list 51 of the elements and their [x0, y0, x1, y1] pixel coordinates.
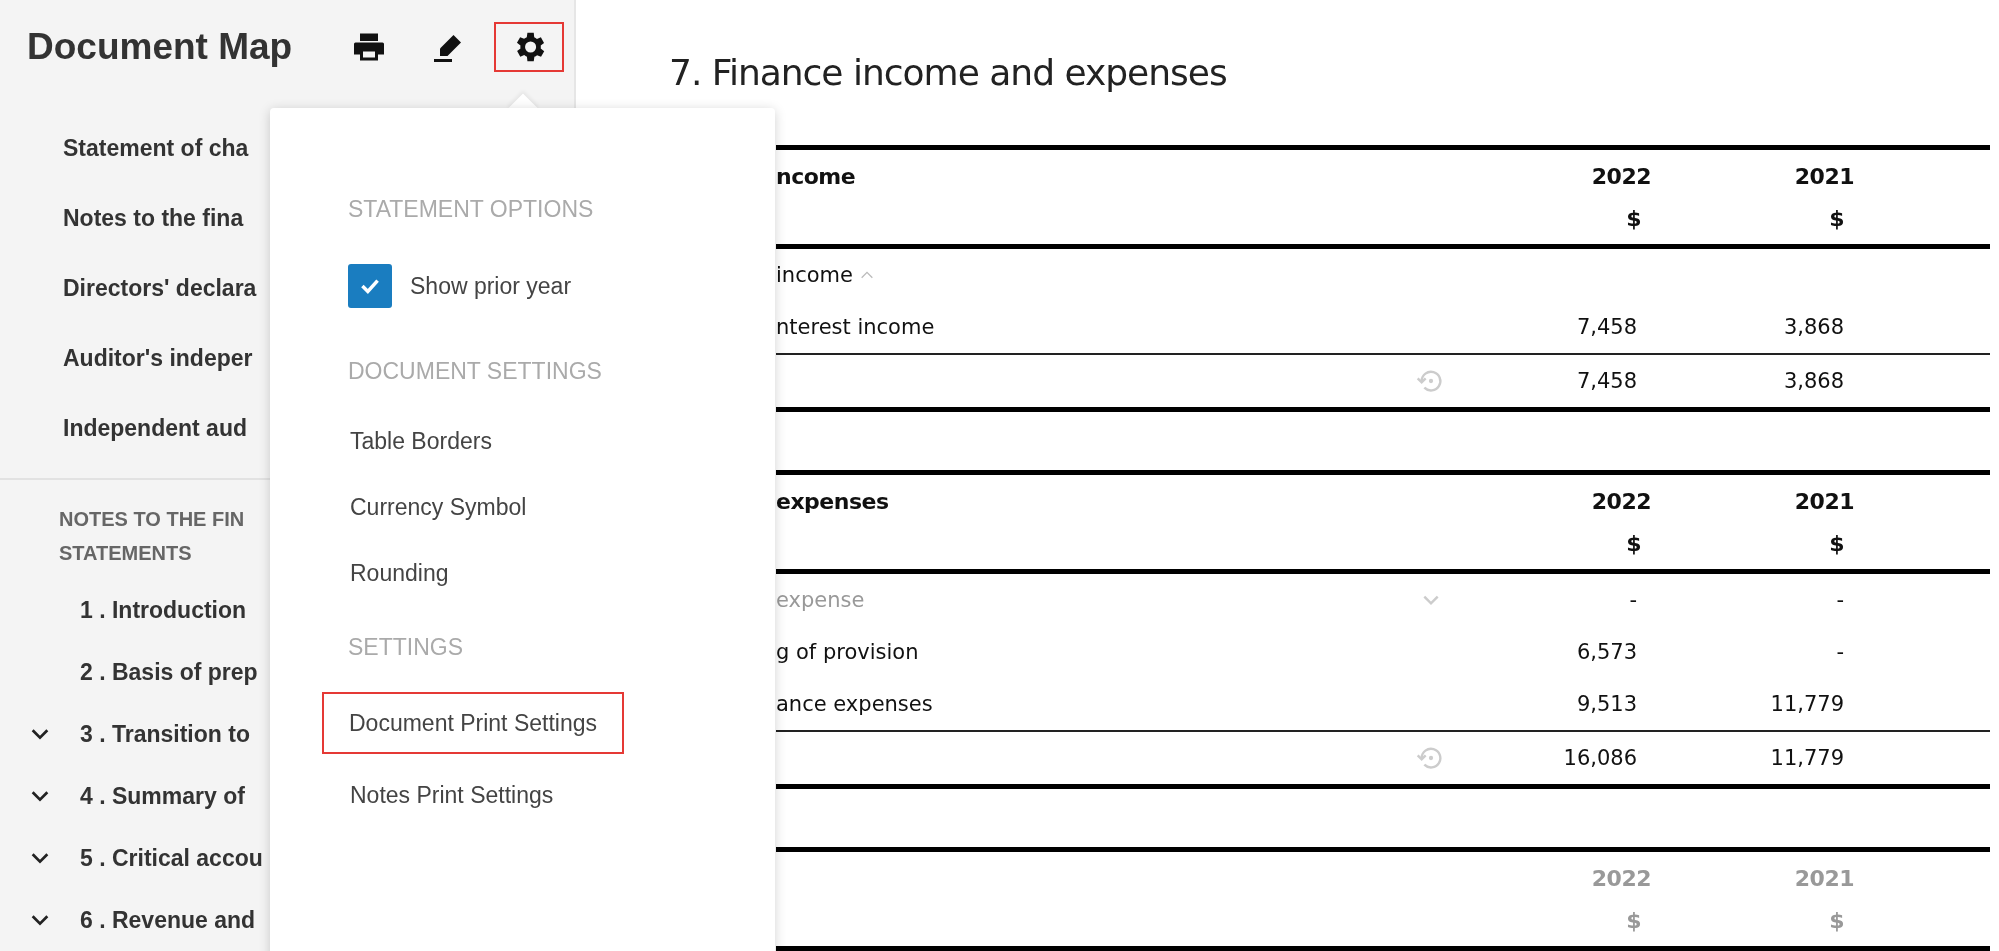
section-heading: NOTES TO THE FIN STATEMENTS [59, 506, 245, 566]
row-label: expense [776, 587, 866, 614]
value-cell-text: 7,458 [1575, 314, 1638, 341]
menu-item[interactable]: Table Borders [348, 410, 494, 472]
year-heading: 2021 [1793, 488, 1854, 516]
year-heading: 2022 [1590, 488, 1651, 516]
value-cell-text: 6,573 [1575, 639, 1638, 666]
currency-heading: $ [1828, 907, 1845, 935]
total-cell-text: 7,458 [1575, 368, 1638, 395]
row-label: nterest income [776, 314, 936, 341]
year-heading: 2022 [1590, 865, 1651, 893]
year-heading: 2021 [1793, 865, 1854, 893]
menu-item[interactable]: Currency Symbol [348, 476, 529, 538]
note-item[interactable]: 3 . Transition to [80, 720, 250, 748]
menu-item[interactable]: Rounding [348, 542, 451, 604]
row-label[interactable]: income [776, 249, 1401, 301]
currency-heading: $ [1828, 205, 1845, 233]
year-heading: 2022 [1590, 163, 1651, 191]
currency-heading: $ [1625, 205, 1642, 233]
popover-heading: DOCUMENT SETTINGS [348, 356, 602, 386]
note-item[interactable]: 5 . Critical accou [80, 844, 263, 872]
value-cell-text: - [1835, 587, 1845, 614]
value-cell-text: 9,513 [1575, 691, 1638, 718]
page-title: 7. Finance income and expenses [669, 52, 1228, 95]
popover-heading: STATEMENT OPTIONS [348, 194, 594, 224]
currency-heading: $ [1828, 530, 1845, 558]
currency-heading: $ [1625, 530, 1642, 558]
value-cell-text: 11,779 [1769, 691, 1845, 718]
note-item[interactable]: 6 . Revenue and [80, 906, 256, 934]
total-cell-text: 3,868 [1782, 368, 1845, 395]
total-cell-text: 11,779 [1769, 745, 1845, 772]
row-label: g of provision [776, 639, 920, 666]
menu-item[interactable]: Document Print Settings [322, 692, 624, 754]
note-item[interactable]: 2 . Basis of prep [80, 659, 258, 686]
row-label: ance expenses [776, 691, 934, 718]
value-cell-text: - [1835, 639, 1845, 666]
settings-button[interactable] [493, 21, 564, 72]
panel-title: Document Map [27, 25, 294, 68]
total-cell-text: 16,086 [1562, 745, 1638, 772]
value-cell-text: 3,868 [1782, 314, 1845, 341]
checkbox-label[interactable]: Show prior year [410, 272, 572, 300]
table-heading: ncome [776, 163, 857, 191]
note-item[interactable]: 4 . Summary of [80, 782, 245, 810]
checkbox[interactable] [348, 264, 392, 308]
note-item[interactable]: 1 . Introduction [80, 597, 247, 625]
table-heading: expenses [776, 488, 890, 516]
value-cell-text: - [1628, 587, 1638, 614]
year-heading: 2021 [1793, 163, 1854, 191]
popover-heading: SETTINGS [348, 632, 463, 662]
menu-item[interactable]: Notes Print Settings [348, 764, 556, 826]
currency-heading: $ [1625, 907, 1642, 935]
